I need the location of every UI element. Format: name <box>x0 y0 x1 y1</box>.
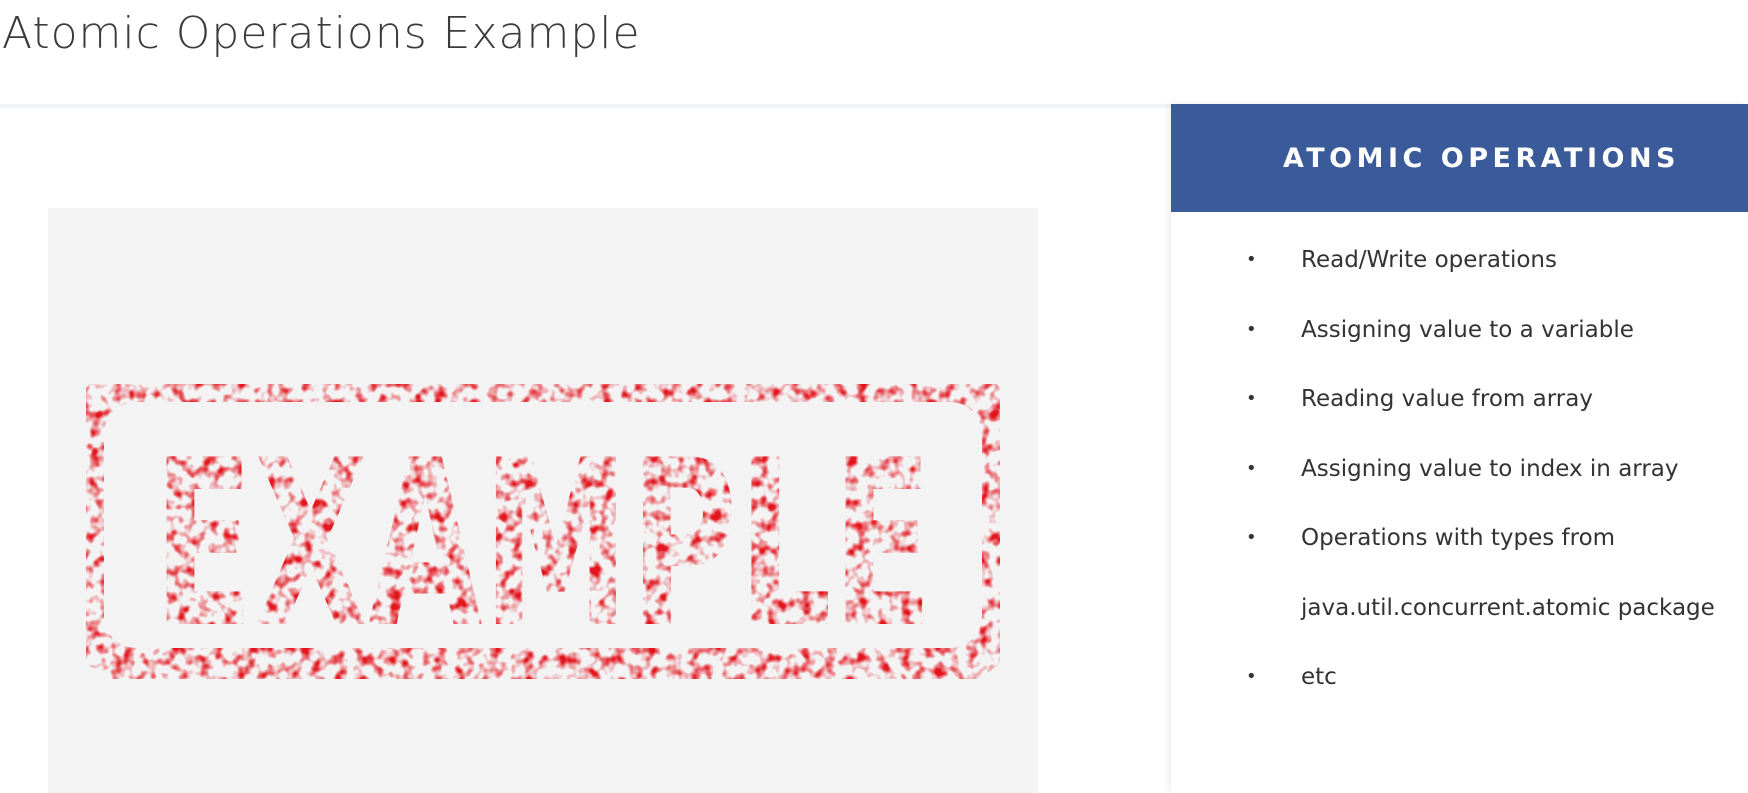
example-image: EXAMPLE <box>48 208 1038 793</box>
slide: Atomic Operations Example EXAMPLE ATOMIC… <box>0 0 1748 793</box>
list-item: • Assigning value to index in array <box>1171 453 1748 523</box>
list-item-text: Assigning value to a variable <box>1301 316 1634 343</box>
bullet-icon: • <box>1246 666 1257 687</box>
panel-header: ATOMIC OPERATIONS <box>1171 104 1748 212</box>
operations-list: • Read/Write operations • Assigning valu… <box>1171 244 1748 731</box>
list-item: • etc <box>1171 661 1748 731</box>
svg-text:EXAMPLE: EXAMPLE <box>153 412 933 679</box>
bullet-icon: • <box>1246 388 1257 409</box>
list-item-continuation: java.util.concurrent.atomic package <box>1171 592 1748 662</box>
list-item: • Assigning value to a variable <box>1171 314 1748 384</box>
bullet-icon: • <box>1246 318 1257 340</box>
list-item: • Reading value from array <box>1171 383 1748 453</box>
list-item: • Operations with types from <box>1171 522 1748 592</box>
panel-header-title: ATOMIC OPERATIONS <box>1282 142 1681 174</box>
example-stamp-graphic: EXAMPLE <box>68 366 1018 684</box>
list-item-text: Assigning value to index in array <box>1301 455 1679 482</box>
list-item-text: Operations with types from <box>1301 525 1616 551</box>
list-item-text: java.util.concurrent.atomic package <box>1301 594 1715 621</box>
bullet-icon: • <box>1246 249 1257 270</box>
list-item: • Read/Write operations <box>1171 244 1748 314</box>
list-item-text: etc <box>1301 664 1337 690</box>
slide-title: Atomic Operations Example <box>2 8 641 59</box>
list-item-text: Read/Write operations <box>1301 247 1557 273</box>
bullet-icon: • <box>1246 457 1257 479</box>
atomic-operations-panel: ATOMIC OPERATIONS • Read/Write operation… <box>1171 104 1748 793</box>
list-item-text: Reading value from array <box>1301 386 1593 412</box>
bullet-icon: • <box>1246 527 1257 548</box>
